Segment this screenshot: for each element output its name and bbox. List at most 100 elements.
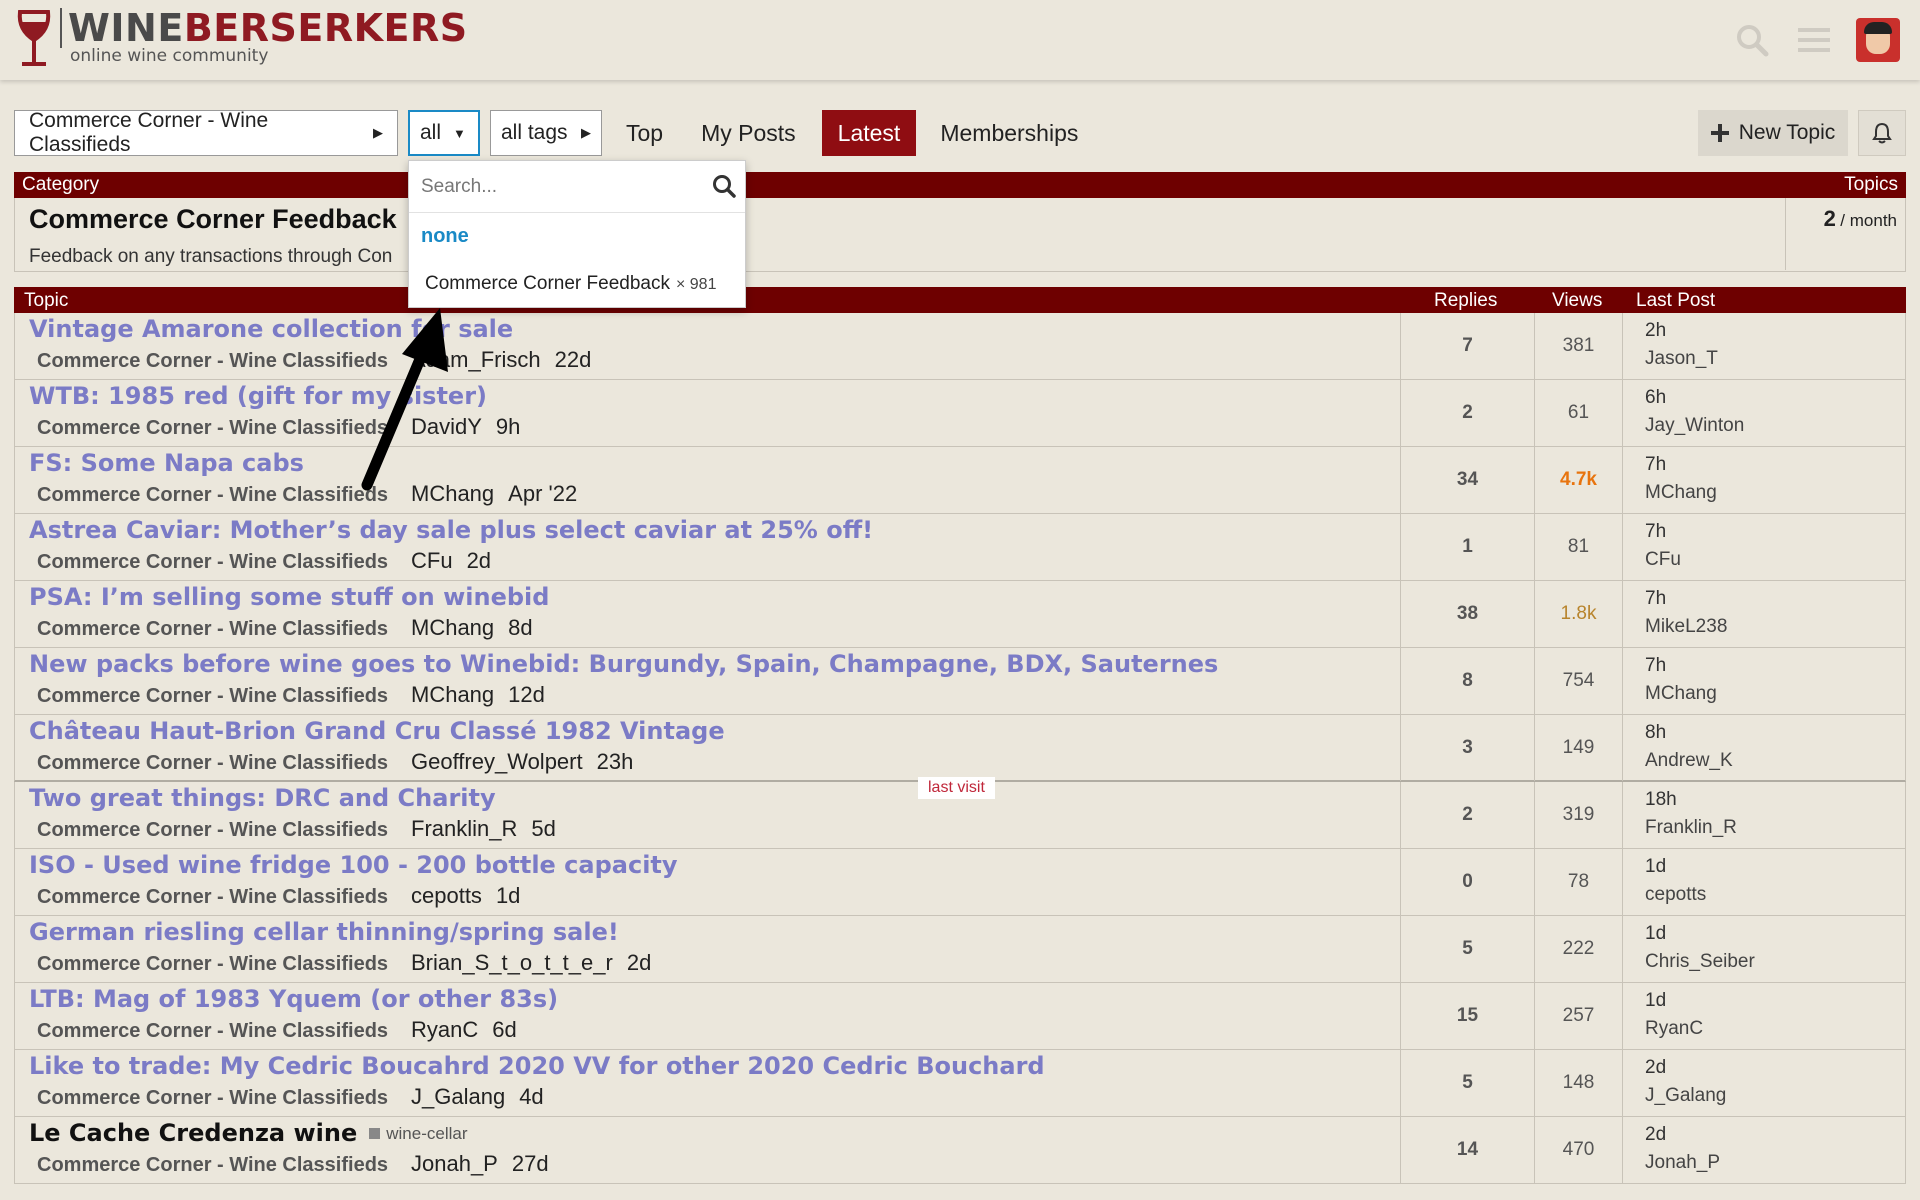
topic-category[interactable]: Commerce Corner - Wine Classifieds	[37, 484, 411, 507]
category-dropdown[interactable]: Commerce Corner - Wine Classifieds ▶	[14, 109, 398, 156]
dropdown-option-commerce-corner-feedback[interactable]: Commerce Corner Feedback × 981	[425, 273, 716, 295]
last-post[interactable]: 1d RyanC	[1645, 987, 1703, 1043]
topic-author[interactable]: Franklin_R	[411, 816, 517, 842]
table-row[interactable]: ISO - Used wine fridge 100 - 200 bottle …	[14, 849, 1906, 916]
topic-author[interactable]: Geoffrey_Wolpert	[411, 749, 583, 775]
last-post-user[interactable]: CFu	[1645, 546, 1681, 574]
topic-category[interactable]: Commerce Corner - Wine Classifieds	[37, 618, 411, 641]
last-post-column-header[interactable]: Last Post	[1636, 290, 1715, 312]
topic-title[interactable]: ISO - Used wine fridge 100 - 200 bottle …	[29, 851, 678, 879]
last-post[interactable]: 8h Andrew_K	[1645, 719, 1733, 775]
topic-author[interactable]: DavidY	[411, 414, 482, 440]
last-post[interactable]: 1d cepotts	[1645, 853, 1706, 909]
last-post-user[interactable]: MChang	[1645, 680, 1717, 708]
topic-category[interactable]: Commerce Corner - Wine Classifieds	[37, 1154, 411, 1177]
table-row[interactable]: German riesling cellar thinning/spring s…	[14, 916, 1906, 983]
topic-column-header[interactable]: Topic	[24, 290, 68, 312]
topic-category[interactable]: Commerce Corner - Wine Classifieds	[37, 752, 411, 775]
last-post[interactable]: 7h MikeL238	[1645, 585, 1727, 641]
topic-category[interactable]: Commerce Corner - Wine Classifieds	[37, 1020, 411, 1043]
table-row[interactable]: WTB: 1985 red (gift for my sister) Comme…	[14, 380, 1906, 447]
last-post-user[interactable]: cepotts	[1645, 881, 1706, 909]
topic-title[interactable]: PSA: I’m selling some stuff on winebid	[29, 583, 549, 611]
topic-title[interactable]: Le Cache Credenza wine wine-cellar	[29, 1119, 467, 1147]
search-icon[interactable]	[711, 173, 737, 199]
table-row[interactable]: FS: Some Napa cabs Commerce Corner - Win…	[14, 447, 1906, 514]
subcategory-dropdown[interactable]: all ▼	[408, 110, 480, 156]
last-post-user[interactable]: Jonah_P	[1645, 1149, 1720, 1177]
last-post-user[interactable]: MChang	[1645, 479, 1717, 507]
topic-author[interactable]: MChang	[411, 615, 494, 641]
topic-title[interactable]: New packs before wine goes to Winebid: B…	[29, 650, 1218, 678]
last-post[interactable]: 2d J_Galang	[1645, 1054, 1726, 1110]
site-logo[interactable]: WINEBERSERKERS online wine community	[14, 8, 468, 72]
topic-category[interactable]: Commerce Corner - Wine Classifieds	[37, 1087, 411, 1110]
table-row[interactable]: Le Cache Credenza wine wine-cellar Commer…	[14, 1117, 1906, 1184]
topic-title[interactable]: WTB: 1985 red (gift for my sister)	[29, 382, 487, 410]
last-post[interactable]: 18h Franklin_R	[1645, 786, 1737, 842]
topic-category[interactable]: Commerce Corner - Wine Classifieds	[37, 551, 411, 574]
last-post-user[interactable]: J_Galang	[1645, 1082, 1726, 1110]
nav-top[interactable]: Top	[612, 110, 677, 156]
table-row[interactable]: Château Haut-Brion Grand Cru Classé 1982…	[14, 715, 1906, 782]
topic-title[interactable]: LTB: Mag of 1983 Yquem (or other 83s)	[29, 985, 558, 1013]
table-row[interactable]: Like to trade: My Cedric Boucahrd 2020 V…	[14, 1050, 1906, 1117]
topic-title[interactable]: Vintage Amarone collection for sale	[29, 315, 513, 343]
topic-author[interactable]: J_Galang	[411, 1084, 505, 1110]
views-column-header[interactable]: Views	[1552, 290, 1602, 312]
notification-bell-button[interactable]	[1858, 110, 1906, 156]
avatar[interactable]	[1856, 18, 1900, 62]
last-post[interactable]: 7h MChang	[1645, 451, 1717, 507]
topic-author[interactable]: Adam_Frisch	[411, 347, 541, 373]
last-post[interactable]: 6h Jay_Winton	[1645, 384, 1744, 440]
last-post-user[interactable]: Andrew_K	[1645, 747, 1733, 775]
topic-title[interactable]: Two great things: DRC and Charity	[29, 784, 496, 812]
topic-tag[interactable]: wine-cellar	[369, 1124, 467, 1143]
nav-latest[interactable]: Latest	[821, 110, 917, 156]
dropdown-search-input[interactable]	[409, 161, 699, 213]
last-post-user[interactable]: MikeL238	[1645, 613, 1727, 641]
topic-category[interactable]: Commerce Corner - Wine Classifieds	[37, 685, 411, 708]
last-post-user[interactable]: Jason_T	[1645, 345, 1718, 373]
table-row[interactable]: New packs before wine goes to Winebid: B…	[14, 648, 1906, 715]
table-row[interactable]: PSA: I’m selling some stuff on winebid C…	[14, 581, 1906, 648]
topic-category[interactable]: Commerce Corner - Wine Classifieds	[37, 350, 411, 373]
category-name[interactable]: Commerce Corner Feedback	[29, 204, 397, 235]
topic-title[interactable]: Château Haut-Brion Grand Cru Classé 1982…	[29, 717, 725, 745]
topic-category[interactable]: Commerce Corner - Wine Classifieds	[37, 953, 411, 976]
last-post-user[interactable]: Franklin_R	[1645, 814, 1737, 842]
topic-category[interactable]: Commerce Corner - Wine Classifieds	[37, 886, 411, 909]
topic-author[interactable]: CFu	[411, 548, 453, 574]
last-post[interactable]: 1d Chris_Seiber	[1645, 920, 1755, 976]
topic-author[interactable]: MChang	[411, 682, 494, 708]
topic-author[interactable]: RyanC	[411, 1017, 478, 1043]
last-post-user[interactable]: Jay_Winton	[1645, 412, 1744, 440]
last-post[interactable]: 7h MChang	[1645, 652, 1717, 708]
last-post-user[interactable]: RyanC	[1645, 1015, 1703, 1043]
last-post-user[interactable]: Chris_Seiber	[1645, 948, 1755, 976]
search-icon[interactable]	[1732, 20, 1772, 60]
topic-title[interactable]: FS: Some Napa cabs	[29, 449, 304, 477]
table-row[interactable]: Astrea Caviar: Mother’s day sale plus se…	[14, 514, 1906, 581]
topic-category[interactable]: Commerce Corner - Wine Classifieds	[37, 819, 411, 842]
last-post[interactable]: 2h Jason_T	[1645, 317, 1718, 373]
tags-dropdown[interactable]: all tags ▶	[490, 110, 602, 156]
topic-author[interactable]: Brian_S_t_o_t_t_e_r	[411, 950, 613, 976]
topic-author[interactable]: Jonah_P	[411, 1151, 498, 1177]
table-row[interactable]: LTB: Mag of 1983 Yquem (or other 83s) Co…	[14, 983, 1906, 1050]
last-post[interactable]: 7h CFu	[1645, 518, 1681, 574]
table-row[interactable]: Vintage Amarone collection for sale Comm…	[14, 313, 1906, 380]
topic-author[interactable]: cepotts	[411, 883, 482, 909]
new-topic-button[interactable]: New Topic	[1698, 110, 1848, 156]
hamburger-menu-icon[interactable]	[1794, 20, 1834, 60]
nav-memberships[interactable]: Memberships	[926, 110, 1092, 156]
dropdown-option-none[interactable]: none	[421, 225, 469, 248]
topic-title[interactable]: Like to trade: My Cedric Boucahrd 2020 V…	[29, 1052, 1045, 1080]
topic-title[interactable]: Astrea Caviar: Mother’s day sale plus se…	[29, 516, 873, 544]
category-row[interactable]: Commerce Corner Feedback Feedback on any…	[14, 198, 1906, 272]
topic-author[interactable]: MChang	[411, 481, 494, 507]
topic-category[interactable]: Commerce Corner - Wine Classifieds	[37, 417, 411, 440]
topic-title[interactable]: German riesling cellar thinning/spring s…	[29, 918, 619, 946]
last-post[interactable]: 2d Jonah_P	[1645, 1121, 1720, 1177]
nav-my-posts[interactable]: My Posts	[687, 110, 810, 156]
